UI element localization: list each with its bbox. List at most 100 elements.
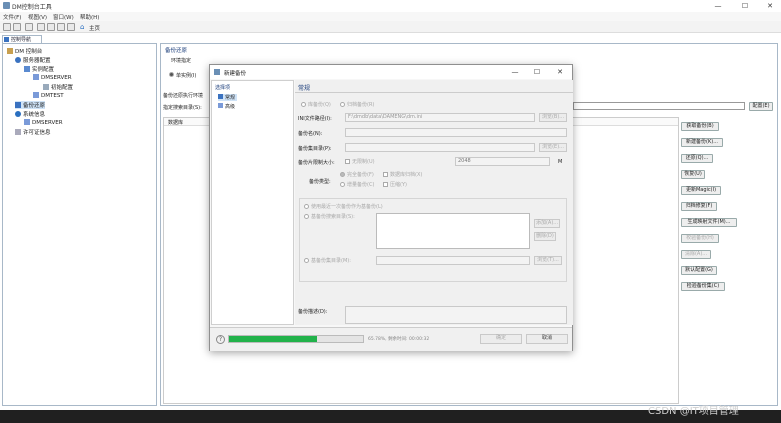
ini-path-input[interactable]: F:\dmdb\data\DAMENG\dm.ini [345,113,535,122]
check-backupset-button[interactable]: 检验备份集(C) [681,282,725,291]
progress-text: 65.78%, 剩余时间: 00:00:32 [368,337,430,342]
menu-file[interactable]: 文件(F) [3,13,21,21]
help-icon[interactable]: ? [216,335,225,344]
backup-name-input[interactable] [345,128,567,137]
default-config-button[interactable]: 默认配置(G) [681,266,717,275]
set-dir-input[interactable] [345,143,535,152]
dialog-icon [214,69,220,75]
base-search-dir-list[interactable] [376,213,530,249]
maximize-button[interactable]: ☐ [740,1,750,11]
tab-control-nav[interactable]: 控制导航 [2,35,42,43]
forward-icon[interactable] [47,23,55,31]
dialog-title: 新建备份 [224,71,247,77]
tree-item-console[interactable]: DM 控制台 [7,47,42,55]
base-backup-group: 使用最近一次备份作为基备份(L) 基备份搜索目录(S): 添加(A)... 删除… [299,198,567,282]
search-dir-input[interactable] [573,102,745,110]
window-title: DM控制台工具 [12,4,52,11]
toolbar: ⌂ 主页 [0,21,781,33]
new-backup-dialog: 新建备份 — ☐ ✕ 选择项 常规 高级 常规 库备份(Q) 归档备份(R) I… [209,64,573,351]
section-title: 备份还原 [165,48,188,54]
unlimited-checkbox[interactable] [345,159,350,164]
backup-type-label: 备份类型: [309,179,331,185]
watermark: CSDN @IT项目管理 [648,406,739,417]
delete-dir-button[interactable]: 删除(D) [534,232,556,241]
radio-incr-backup[interactable] [340,182,345,187]
cancel-button[interactable]: 取消 [526,334,568,344]
desc-label: 备份描述(D): [298,309,328,315]
unlimited-label: 无限制(U) [352,159,375,165]
exec-env-label: 备份还原执行环境 [163,93,204,99]
col-database: 数据库 [168,120,184,126]
home-label: 主页 [89,26,101,32]
menu-window[interactable]: 窗口(W) [53,13,74,21]
env-label: 环境指定 [171,58,192,64]
tree-item-init-config[interactable]: 初始配置 [43,83,73,91]
dialog-close-button[interactable]: ✕ [555,67,565,77]
update-magic-button[interactable]: 更新Magic(I) [681,186,721,195]
verify-backup-button[interactable]: 校验备份(H) [681,234,719,243]
tree-item-dmtest[interactable]: DMTEST [33,92,64,99]
stop-icon[interactable] [67,23,75,31]
app-icon [3,2,10,9]
radio-incr-backup-label: 增量备份(C) [347,182,375,188]
radio-base-search-dir[interactable] [304,214,309,219]
new-backup-button[interactable]: 新建备份(K)... [681,138,723,147]
gen-mapping-button[interactable]: 生成映射文件(M)... [681,218,737,227]
clear-button[interactable]: 清除(A)... [681,250,711,259]
close-button[interactable]: ✕ [765,1,775,11]
radio-single-instance[interactable] [169,72,174,77]
tree-item-dmserver[interactable]: DMSERVER [33,74,72,81]
menu-help[interactable]: 帮助(H) [80,13,99,21]
piece-size-label: 备份片限制大小: [298,160,335,166]
compress-checkbox[interactable] [383,182,388,187]
tree-item-backup-restore[interactable]: 备份还原 [15,101,46,109]
save-icon[interactable] [25,23,33,31]
new-icon[interactable] [3,23,11,31]
radio-use-last-label: 使用最近一次备份作为基备份(L) [311,204,383,210]
minimize-button[interactable]: — [713,1,723,11]
tree-item-instance-config[interactable]: 实例配置 [24,65,54,73]
radio-db-backup[interactable] [301,102,306,107]
radio-base-set-dir[interactable] [304,258,309,263]
tree-item-general[interactable]: 常规 [218,94,238,101]
radio-full-backup[interactable] [340,172,345,177]
ok-button[interactable]: 确定 [480,334,522,344]
recover-button[interactable]: 恢复(U) [681,170,705,179]
get-backup-button[interactable]: 获取备份(B) [681,122,719,131]
refresh-icon[interactable] [57,23,65,31]
tab-label: 控制导航 [11,37,32,43]
home-button[interactable]: ⌂ 主页 [80,23,108,32]
set-dir-browse-button[interactable]: 浏览(E)... [539,143,567,152]
base-set-dir-input[interactable] [376,256,530,265]
radio-archive-backup[interactable] [340,102,345,107]
tree-root-options[interactable]: 选择项 [215,84,230,91]
archive-checkbox[interactable] [383,172,388,177]
tree-item-dmserver-info[interactable]: DMSERVER [24,119,63,126]
search-dir-label: 指定搜索目录(S): [163,105,202,111]
back-icon[interactable] [37,23,45,31]
radio-db-backup-label: 库备份(Q) [308,102,331,108]
tree-item-system-info[interactable]: 系统信息 [15,110,45,118]
tree-item-server-config[interactable]: 服务器配置 [15,56,51,64]
archive-repair-button[interactable]: 归档修复(F) [681,202,717,211]
menu-view[interactable]: 视图(V) [28,13,47,21]
tree-item-license[interactable]: 许可证信息 [15,128,51,136]
base-set-dir-browse-button[interactable]: 浏览(T)... [534,256,562,265]
menu-bar: 文件(F) 视图(V) 窗口(W) 帮助(H) [0,12,781,21]
title-bar: DM控制台工具 — ☐ ✕ [0,0,781,12]
progress-fill [229,336,318,342]
radio-base-search-dir-label: 基备份搜索目录(S): [311,214,355,220]
piece-size-input[interactable]: 2048 [455,157,550,166]
progress-bar [228,335,364,343]
dialog-minimize-button[interactable]: — [510,67,520,77]
home-icon: ⌂ [80,23,85,31]
config-button[interactable]: 配置(E) [749,102,773,111]
add-dir-button[interactable]: 添加(A)... [534,219,560,228]
radio-use-last[interactable] [304,204,309,209]
desc-textarea[interactable] [345,306,567,324]
restore-button[interactable]: 还原(Q)... [681,154,713,163]
dialog-maximize-button[interactable]: ☐ [532,67,542,77]
open-icon[interactable] [13,23,21,31]
tree-item-advanced[interactable]: 高级 [218,103,235,110]
ini-browse-button[interactable]: 浏览(B)... [539,113,567,122]
